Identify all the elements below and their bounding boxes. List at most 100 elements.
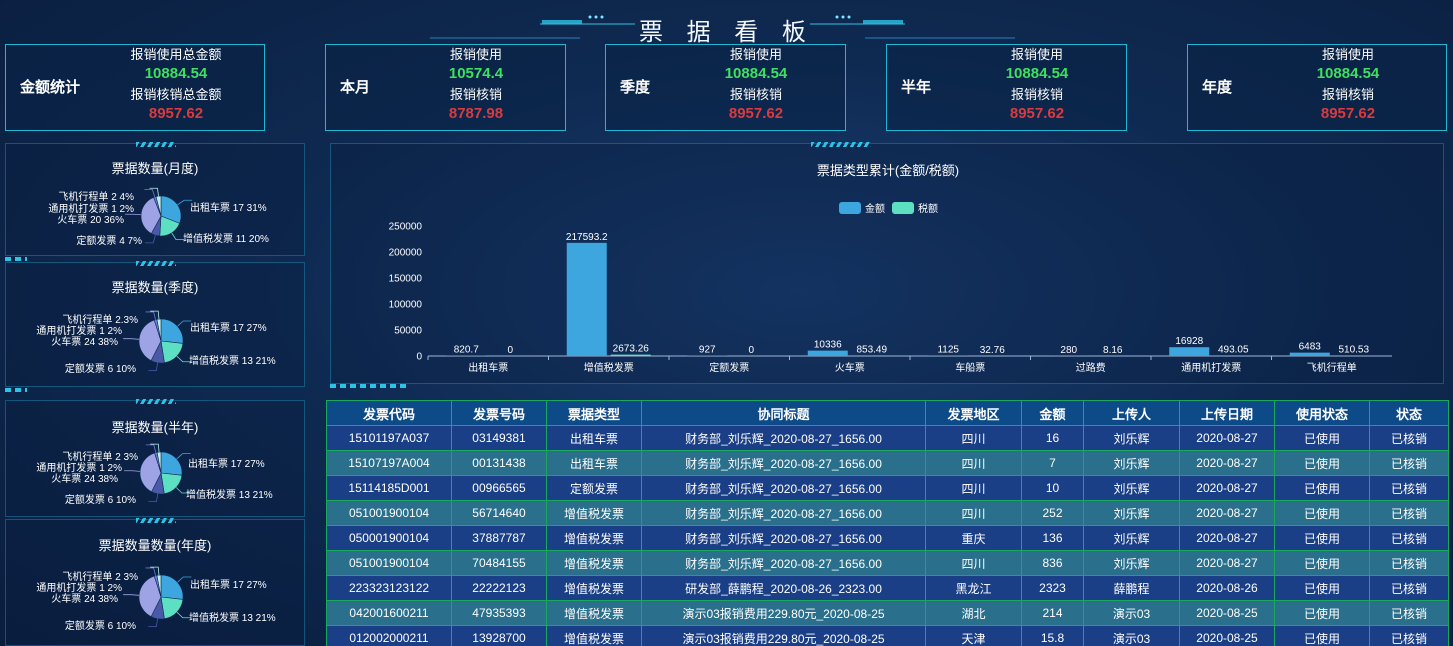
cell-title: 演示03报销费用229.80元_2020-08-25 — [641, 600, 926, 626]
y-tick-label: 200000 — [389, 248, 423, 259]
col-invoice-type[interactable]: 票据类型 — [546, 400, 642, 426]
y-tick-label: 0 — [416, 352, 422, 363]
cell-use-status: 已使用 — [1274, 525, 1370, 551]
pie-leader-line — [145, 311, 156, 320]
col-status[interactable]: 状态 — [1369, 400, 1449, 426]
bar-value-label: 280 — [1060, 345, 1077, 356]
bar-value-label: 510.53 — [1338, 345, 1369, 356]
table-row[interactable]: 051001900104 56714640 增值税发票 财务部_刘乐辉_2020-08… — [326, 500, 1449, 526]
cell-amount: 10 — [1021, 475, 1084, 501]
cell-upload-date: 2020-08-27 — [1179, 550, 1275, 576]
card-year: 年度 报销使用 10884.54 报销核销 8957.62 — [1187, 44, 1447, 131]
cell-upload-date: 2020-08-27 — [1179, 525, 1275, 551]
cell-use-status: 已使用 — [1274, 625, 1370, 646]
cell-status: 已核销 — [1369, 625, 1449, 646]
card-verify-value: 8957.62 — [1320, 105, 1376, 122]
pie-slice[interactable] — [160, 451, 183, 476]
cell-invoice-type: 增值税发票 — [546, 500, 642, 526]
y-tick-label: 250000 — [389, 222, 423, 233]
cell-uploader: 刘乐辉 — [1083, 475, 1180, 501]
cell-invoice-number: 22222123 — [451, 575, 547, 601]
cell-title: 财务部_刘乐辉_2020-08-27_1656.00 — [641, 550, 926, 576]
cell-uploader: 刘乐辉 — [1083, 550, 1180, 576]
pie-label-train: 火车票 24 38% — [51, 337, 118, 348]
pie-leader-line — [145, 235, 156, 244]
cell-region: 黑龙江 — [925, 575, 1022, 601]
bar-amount[interactable] — [928, 355, 969, 356]
cell-uploader: 刘乐辉 — [1083, 525, 1180, 551]
col-invoice-number[interactable]: 发票号码 — [451, 400, 547, 426]
bar-amount[interactable] — [807, 350, 848, 356]
cell-invoice-code: 012002000211 — [326, 625, 452, 646]
cell-upload-date: 2020-08-25 — [1179, 625, 1275, 646]
table-row[interactable]: 223323123122 22222123 增值税发票 研发部_薛鹏程_2020-08… — [326, 575, 1449, 601]
cell-invoice-code: 15114185D001 — [326, 475, 452, 501]
bar-amount[interactable] — [566, 242, 607, 356]
card-verify-label: 报销核销 — [1321, 87, 1374, 102]
legend-swatch-amount — [839, 202, 861, 214]
cell-uploader: 演示03 — [1083, 625, 1180, 646]
pie-slice[interactable] — [160, 574, 184, 600]
table-row[interactable]: 051001900104 70484155 增值税发票 财务部_刘乐辉_2020-08… — [326, 550, 1449, 576]
cell-amount: 2323 — [1021, 575, 1084, 601]
pie-panel-year: 票据数量数量(年度) 飞机行程单 2 3% 通用机打发票 1 2% 火车票 24… — [5, 518, 305, 646]
bar-amount[interactable] — [1289, 352, 1330, 356]
bar-value-label: 820.7 — [454, 345, 479, 356]
pie-slice[interactable] — [160, 472, 183, 495]
pie-label-taxi: 出租车票 17 27% — [190, 323, 267, 334]
cell-amount: 7 — [1021, 450, 1084, 476]
legend-label-tax: 税额 — [918, 202, 938, 215]
col-uploader[interactable]: 上传人 — [1083, 400, 1180, 426]
pie-label-quota: 定额发票 4 7% — [76, 236, 142, 247]
cell-invoice-code: 223323123122 — [326, 575, 452, 601]
cell-region: 四川 — [925, 425, 1022, 451]
cell-region: 四川 — [925, 475, 1022, 501]
pie-panel-month: 票据数量(月度) 飞机行程单 2 4% 通用机打发票 1 2% 火车票 20 3… — [5, 142, 305, 256]
table-row[interactable]: 15107197A004 00131438 出租车票 财务部_刘乐辉_2020-08-… — [326, 450, 1449, 476]
pie-label-taxi: 出租车票 17 27% — [188, 459, 265, 470]
bar-value-label: 10336 — [814, 340, 842, 351]
cell-use-status: 已使用 — [1274, 500, 1370, 526]
col-invoice-code[interactable]: 发票代码 — [326, 400, 452, 426]
bar-value-label: 493.05 — [1218, 345, 1249, 356]
cell-title: 财务部_刘乐辉_2020-08-27_1656.00 — [641, 500, 926, 526]
card-verify-label: 报销核销 — [729, 87, 782, 102]
card-use-value: 10884.54 — [1316, 65, 1380, 82]
col-title[interactable]: 协同标题 — [641, 400, 926, 426]
cell-region: 四川 — [925, 500, 1022, 526]
pie-leader-line — [123, 594, 140, 596]
cell-amount: 15.8 — [1021, 625, 1084, 646]
y-tick-label: 150000 — [389, 274, 423, 285]
table-row[interactable]: 15101197A037 03149381 出租车票 财务部_刘乐辉_2020-08-… — [326, 425, 1449, 451]
bar-tax[interactable] — [610, 354, 651, 356]
table-row[interactable]: 042001600211 47935393 增值税发票 演示03报销费用229.80元… — [326, 600, 1449, 626]
cell-status: 已核销 — [1369, 600, 1449, 626]
bar-amount[interactable] — [1169, 347, 1210, 356]
cell-amount: 214 — [1021, 600, 1084, 626]
cell-invoice-code: 15101197A037 — [326, 425, 452, 451]
y-tick-label: 50000 — [394, 326, 422, 337]
col-use-status[interactable]: 使用状态 — [1274, 400, 1370, 426]
cell-invoice-type: 定额发票 — [546, 475, 642, 501]
cell-status: 已核销 — [1369, 475, 1449, 501]
card-verify-value: 8787.98 — [448, 105, 504, 122]
cell-uploader: 刘乐辉 — [1083, 450, 1180, 476]
col-amount[interactable]: 金额 — [1021, 400, 1084, 426]
table-row[interactable]: 012002000211 13928700 增值税发票 演示03报销费用229.80元… — [326, 625, 1449, 646]
table-row[interactable]: 050001900104 37887787 增值税发票 财务部_刘乐辉_2020-08… — [326, 525, 1449, 551]
col-upload-date[interactable]: 上传日期 — [1179, 400, 1275, 426]
table-row[interactable]: 15114185D001 00966565 定额发票 财务部_刘乐辉_2020-08-… — [326, 475, 1449, 501]
pie-slice[interactable] — [160, 318, 184, 344]
x-tick-label: 过路费 — [1076, 361, 1106, 374]
cell-title: 财务部_刘乐辉_2020-08-27_1656.00 — [641, 525, 926, 551]
cell-uploader: 刘乐辉 — [1083, 500, 1180, 526]
card-halfyear: 半年 报销使用 10884.54 报销核销 8957.62 — [886, 44, 1127, 131]
col-region[interactable]: 发票地区 — [925, 400, 1022, 426]
pie-label-taxi: 出租车票 17 27% — [190, 580, 267, 591]
card-verify-value: 8957.62 — [728, 105, 784, 122]
pie-slice[interactable] — [160, 340, 184, 364]
cell-amount: 16 — [1021, 425, 1084, 451]
pie-slice[interactable] — [160, 596, 184, 620]
legend-label-amount: 金额 — [865, 202, 885, 215]
bar-value-label: 32.76 — [980, 345, 1005, 356]
